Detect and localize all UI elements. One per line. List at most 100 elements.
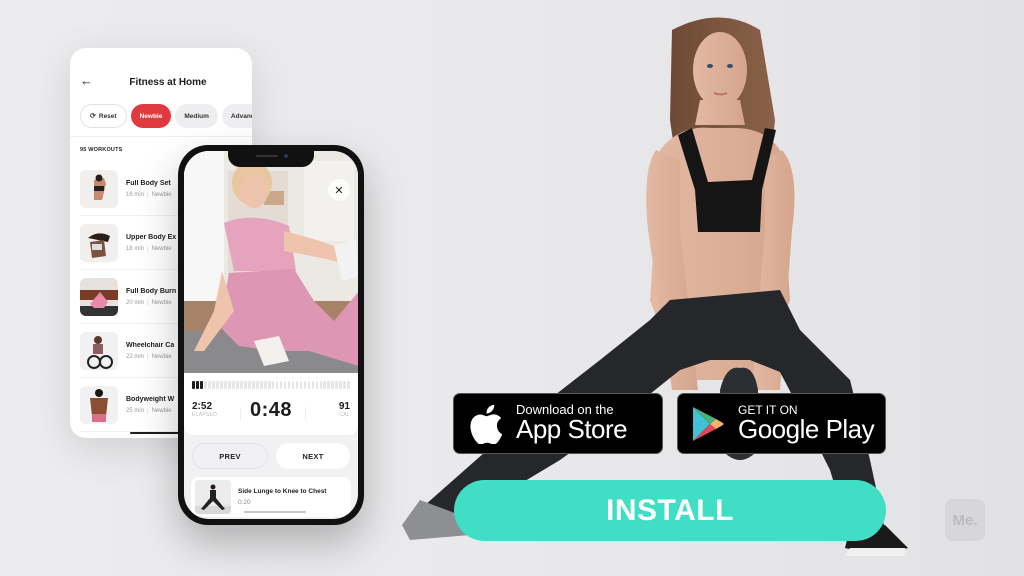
progress-segment xyxy=(235,381,239,389)
progress-segment xyxy=(227,381,231,389)
progress-segment xyxy=(307,381,311,389)
chip-label: Medium xyxy=(184,112,209,120)
workout-thumbnail xyxy=(80,223,118,262)
progress-segment xyxy=(275,381,279,389)
phone-mockup: ✕ 2:52 ELAPSED 0:48 91 CAL PREV NEXT Sid… xyxy=(178,145,364,525)
workout-thumbnail xyxy=(80,169,118,208)
progress-segment xyxy=(231,381,235,389)
progress-segment xyxy=(255,381,259,389)
progress-segment xyxy=(251,381,255,389)
workout-name: Wheelchair Ca xyxy=(126,341,175,349)
progress-segment xyxy=(207,381,211,389)
progress-segment xyxy=(331,381,335,389)
progress-segment xyxy=(199,381,203,389)
progress-segment xyxy=(291,381,295,389)
chip-label: Reset xyxy=(98,112,117,120)
progress-segment xyxy=(311,381,315,389)
progress-segment xyxy=(339,381,343,389)
filter-newbie-chip[interactable]: Newbie xyxy=(130,104,172,128)
prev-button[interactable]: PREV xyxy=(192,443,268,469)
workout-count: 95 WORKOUTS xyxy=(80,147,123,153)
exercise-thumbnail xyxy=(195,480,231,514)
progress-segment xyxy=(323,381,327,389)
workout-duration: 22 min xyxy=(126,353,145,360)
progress-segment xyxy=(327,381,331,389)
app-store-button[interactable]: Download on the App Store xyxy=(453,393,663,454)
progress-segment xyxy=(279,381,283,389)
workout-duration: 25 min xyxy=(126,407,145,414)
calories-value: 91 xyxy=(338,401,350,412)
page-title: Fitness at Home xyxy=(129,77,207,88)
progress-segment xyxy=(259,381,263,389)
progress-segment xyxy=(215,381,219,389)
filter-medium-chip[interactable]: Medium xyxy=(175,104,218,128)
filter-reset-button[interactable]: ⟳ Reset xyxy=(80,104,127,128)
workout-level: Newbie xyxy=(151,407,172,414)
workout-name: Full Body Burn xyxy=(126,287,177,295)
next-exercise-duration: 0:20 xyxy=(238,499,251,506)
workout-duration: 20 min xyxy=(126,299,145,306)
progress-segment xyxy=(319,381,323,389)
progress-segment xyxy=(343,381,347,389)
workout-level: Newbie xyxy=(151,191,172,198)
divider xyxy=(305,407,306,421)
progress-segment xyxy=(267,381,271,389)
workout-level: Newbie xyxy=(151,299,172,306)
progress-segment xyxy=(271,381,275,389)
stats-panel: 2:52 ELAPSED 0:48 91 CAL xyxy=(184,373,358,435)
progress-segment xyxy=(203,381,207,389)
filter-chips: ⟳ Reset Newbie Medium Advance xyxy=(80,104,252,128)
divider xyxy=(70,136,252,137)
apple-icon xyxy=(468,404,504,444)
progress-segment xyxy=(335,381,339,389)
calories-stat: 91 CAL xyxy=(339,401,350,418)
badge-big-text: Google Play xyxy=(738,413,875,444)
calories-label: CAL xyxy=(339,412,350,418)
workout-name: Full Body Set xyxy=(126,179,171,187)
filter-advance-chip[interactable]: Advance xyxy=(221,104,252,128)
progress-segment xyxy=(211,381,215,389)
progress-segment xyxy=(239,381,243,389)
phone-notch xyxy=(228,151,314,167)
workout-level: Newbie xyxy=(151,353,172,360)
progress-segment xyxy=(315,381,319,389)
badge-big-text: App Store xyxy=(516,414,628,445)
progress-segment xyxy=(303,381,307,389)
next-exercise-name: Side Lunge to Knee to Chest xyxy=(238,488,327,495)
countdown-timer: 0:48 xyxy=(249,399,293,421)
progress-segment xyxy=(219,381,223,389)
next-button[interactable]: NEXT xyxy=(276,443,350,469)
workout-level: Newbie xyxy=(151,245,172,252)
home-indicator xyxy=(244,511,306,513)
workout-thumbnail xyxy=(80,385,118,424)
list-header: ← Fitness at Home xyxy=(70,48,252,90)
workout-player-screen: ✕ 2:52 ELAPSED 0:48 91 CAL PREV NEXT Sid… xyxy=(184,151,358,519)
progress-segment xyxy=(243,381,247,389)
workout-name: Bodyweight W xyxy=(126,395,175,403)
install-button[interactable]: INSTALL xyxy=(454,480,886,541)
progress-segment xyxy=(192,381,195,389)
progress-segment xyxy=(283,381,287,389)
progress-segment xyxy=(347,381,351,389)
workout-progress-bar xyxy=(192,381,351,389)
progress-segment xyxy=(299,381,303,389)
progress-segment xyxy=(223,381,227,389)
exercise-navigation: PREV NEXT xyxy=(192,443,350,469)
progress-segment xyxy=(247,381,251,389)
workout-name: Upper Body Ex xyxy=(126,233,177,241)
workout-duration: 16 min xyxy=(126,191,145,198)
workout-duration: 18 min xyxy=(126,245,145,252)
refresh-icon: ⟳ xyxy=(90,113,96,120)
progress-segment xyxy=(287,381,291,389)
progress-segment xyxy=(295,381,299,389)
google-play-button[interactable]: GET IT ON Google Play xyxy=(677,393,886,454)
chip-label: Newbie xyxy=(139,112,163,120)
chip-label: Advance xyxy=(230,112,252,120)
workout-thumbnail xyxy=(80,277,118,316)
close-icon[interactable]: ✕ xyxy=(328,179,350,201)
brand-logo: Me. xyxy=(945,499,985,541)
google-play-icon xyxy=(688,406,728,442)
progress-segment xyxy=(263,381,267,389)
progress-segment xyxy=(195,381,199,389)
workout-thumbnail xyxy=(80,331,118,370)
